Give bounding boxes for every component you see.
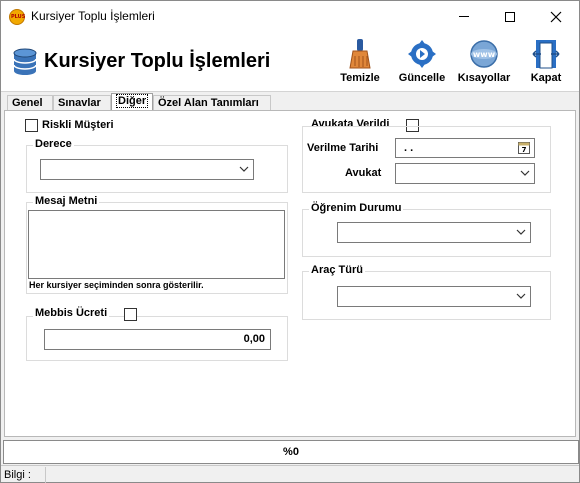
verilme-tarihi-value: . . xyxy=(404,142,414,154)
maximize-icon xyxy=(505,11,515,22)
riskli-musteri-label: Riskli Müşteri xyxy=(42,119,114,131)
guncelle-button[interactable]: Güncelle xyxy=(392,36,452,88)
progress-bar: %0 xyxy=(3,440,579,464)
verilme-tarihi-label: Verilme Tarihi xyxy=(307,142,379,154)
window-title: Kursiyer Toplu İşlemleri xyxy=(31,9,155,23)
app-logo-icon: PLUS xyxy=(9,9,25,25)
tab-ozel-label: Özel Alan Tanımları xyxy=(158,97,259,109)
database-icon xyxy=(13,48,37,75)
page-title: Kursiyer Toplu İşlemleri xyxy=(44,50,271,72)
tab-sinavlar-label: Sınavlar xyxy=(58,97,101,109)
verilme-tarihi-input[interactable]: . . 7 xyxy=(395,138,535,158)
calendar-icon[interactable]: 7 xyxy=(518,141,530,154)
svg-text:www: www xyxy=(473,50,496,59)
www-globe-icon: www xyxy=(470,40,498,68)
tab-genel[interactable]: Genel xyxy=(7,95,53,111)
title-bar: PLUS Kursiyer Toplu İşlemleri xyxy=(1,1,579,32)
derece-title: Derece xyxy=(33,138,74,150)
chevron-down-icon xyxy=(516,229,526,235)
close-window-button[interactable] xyxy=(533,1,579,32)
arac-turu-select[interactable] xyxy=(337,286,531,307)
tab-genel-label: Genel xyxy=(12,97,43,109)
tab-ozel-alan-tanimlari[interactable]: Özel Alan Tanımları xyxy=(153,95,271,111)
guncelle-label: Güncelle xyxy=(398,72,446,84)
status-label: Bilgi : xyxy=(4,469,31,481)
arac-turu-title: Araç Türü xyxy=(309,264,365,276)
mebbis-ucreti-input[interactable]: 0,00 xyxy=(44,329,271,350)
header-band: Kursiyer Toplu İşlemleri Temizle Güncell… xyxy=(1,32,579,92)
kapat-button[interactable]: Kapat xyxy=(516,36,576,88)
mebbis-ucreti-title: Mebbis Ücreti xyxy=(33,307,110,319)
progress-text: %0 xyxy=(283,446,299,458)
status-divider xyxy=(45,467,46,483)
broom-icon xyxy=(349,39,371,69)
riskli-musteri-checkbox[interactable] xyxy=(25,119,38,132)
tab-sinavlar[interactable]: Sınavlar xyxy=(53,95,111,111)
kisayollar-button[interactable]: www Kısayollar xyxy=(454,36,514,88)
chevron-down-icon xyxy=(239,166,249,172)
mebbis-ucreti-checkbox[interactable] xyxy=(124,308,137,321)
update-gear-icon xyxy=(408,40,436,68)
chevron-down-icon xyxy=(516,293,526,299)
kapat-label: Kapat xyxy=(530,72,562,84)
avukat-label: Avukat xyxy=(345,167,382,179)
svg-text:7: 7 xyxy=(522,146,527,154)
application-window: PLUS Kursiyer Toplu İşlemleri Kursiyer T… xyxy=(0,0,580,483)
status-bar: Bilgi : xyxy=(1,465,579,483)
tab-diger-label: Diğer xyxy=(116,94,149,108)
minimize-icon xyxy=(459,16,469,17)
temizle-button[interactable]: Temizle xyxy=(330,36,390,88)
close-icon xyxy=(550,11,562,22)
ogrenim-durumu-select[interactable] xyxy=(337,222,531,243)
chevron-down-icon xyxy=(520,170,530,176)
mesaj-metni-title: Mesaj Metni xyxy=(33,195,100,207)
exit-door-icon xyxy=(532,40,560,69)
avukat-select[interactable] xyxy=(395,163,535,184)
minimize-button[interactable] xyxy=(441,1,487,32)
kisayollar-label: Kısayollar xyxy=(457,72,511,84)
mesaj-metni-hint: Her kursiyer seçiminden sonra gösterilir… xyxy=(29,280,204,290)
temizle-label: Temizle xyxy=(340,72,380,84)
maximize-button[interactable] xyxy=(487,1,533,32)
mesaj-metni-textarea[interactable] xyxy=(28,210,285,279)
derece-select[interactable] xyxy=(40,159,254,180)
app-logo-text: PLUS xyxy=(11,14,26,20)
ogrenim-durumu-title: Öğrenim Durumu xyxy=(309,202,404,214)
tab-panel-diger: Riskli Müşteri Derece Mesaj Metni Her ku… xyxy=(4,110,576,437)
